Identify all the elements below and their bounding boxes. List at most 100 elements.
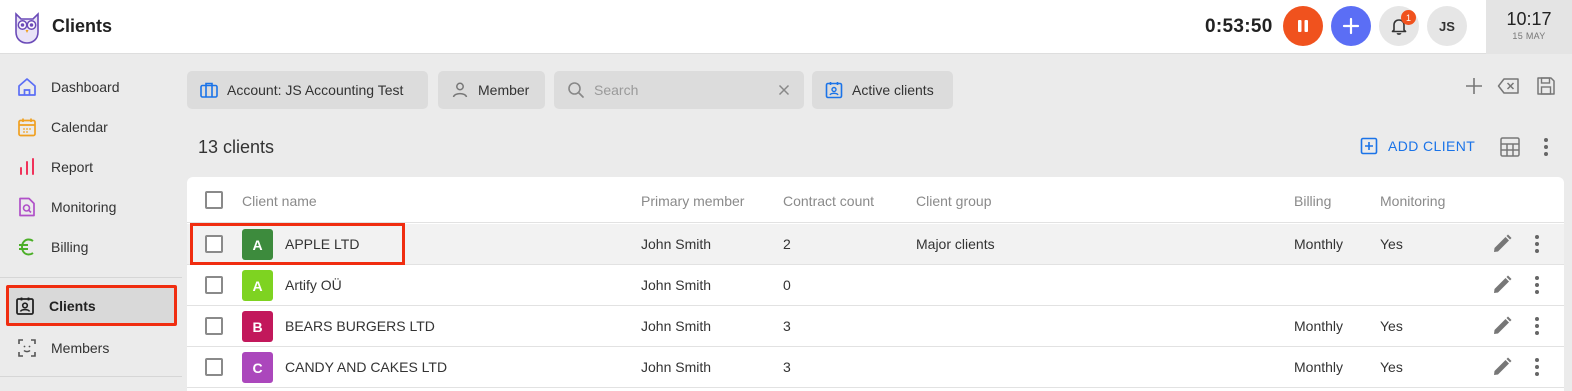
save-filter-icon[interactable]	[1534, 74, 1558, 98]
add-filter-icon[interactable]	[1462, 74, 1486, 98]
user-avatar[interactable]: JS	[1427, 6, 1467, 46]
search-icon	[566, 80, 586, 100]
notifications-button[interactable]: 1	[1379, 6, 1419, 46]
clients-count-title: 13 clients	[198, 137, 275, 157]
sidebar-item-label: Clients	[49, 297, 96, 314]
sidebar-item-billing[interactable]: Billing	[8, 229, 174, 265]
clear-search-icon[interactable]	[776, 82, 792, 98]
column-header[interactable]: Primary member	[641, 193, 744, 209]
client-name[interactable]: BEARS BURGERS LTD	[285, 318, 435, 334]
primary-member: John Smith	[641, 236, 712, 252]
page-title: Clients	[52, 16, 113, 36]
sidebar-item-dashboard[interactable]: Dashboard	[8, 69, 174, 105]
plus-icon	[1342, 17, 1360, 35]
monitoring-value: Yes	[1380, 359, 1403, 375]
client-name[interactable]: Artify OÜ	[285, 277, 342, 293]
edit-icon[interactable]	[1491, 315, 1513, 337]
briefcase-icon	[199, 80, 219, 100]
calendar-icon	[16, 116, 38, 138]
row-more-icon[interactable]	[1528, 315, 1546, 337]
clock: 10:17 15 MAY	[1486, 0, 1572, 54]
sidebar-item-members[interactable]: Members	[8, 330, 174, 366]
table-row[interactable]: B BEARS BURGERS LTD John Smith 3 Monthly…	[187, 306, 1564, 347]
column-header[interactable]: Billing	[1294, 193, 1331, 209]
more-options-icon[interactable]	[1536, 135, 1556, 159]
search-input[interactable]: Search	[594, 82, 776, 98]
clients-table: Client name Primary member Contract coun…	[187, 177, 1564, 391]
person-icon	[450, 80, 470, 100]
table-view-icon[interactable]	[1498, 135, 1522, 159]
table-row[interactable]: C CANDY AND CAKES LTD John Smith 3 Month…	[187, 347, 1564, 388]
search-field[interactable]: Search	[554, 71, 804, 109]
row-checkbox[interactable]	[205, 276, 223, 294]
column-header[interactable]: Client name	[242, 193, 317, 209]
sidebar-item-clients[interactable]: Clients	[6, 285, 177, 326]
client-avatar: B	[242, 311, 273, 342]
monitoring-value: Yes	[1380, 318, 1403, 334]
notification-badge: 1	[1401, 10, 1416, 25]
primary-member: John Smith	[641, 277, 712, 293]
document-search-icon	[16, 196, 38, 218]
billing-value: Monthly	[1294, 359, 1344, 375]
contract-count: 0	[783, 277, 791, 293]
edit-icon[interactable]	[1491, 233, 1513, 255]
active-clients-filter-label: Active clients	[852, 82, 934, 98]
owl-logo-icon[interactable]	[12, 10, 42, 44]
sidebar-item-label: Dashboard	[51, 79, 120, 95]
client-avatar: A	[242, 270, 273, 301]
home-icon	[16, 76, 38, 98]
client-group: Major clients	[916, 236, 995, 252]
edit-icon[interactable]	[1491, 274, 1513, 296]
billing-value: Monthly	[1294, 236, 1344, 252]
clock-time: 10:17	[1506, 9, 1552, 29]
edit-icon[interactable]	[1491, 356, 1513, 378]
sidebar-divider	[0, 376, 182, 377]
column-header[interactable]: Client group	[916, 193, 992, 209]
add-client-button[interactable]: ADD CLIENT	[1360, 137, 1475, 155]
sidebar-item-label: Report	[51, 159, 94, 175]
sidebar-item-monitoring[interactable]: Monitoring	[8, 189, 174, 225]
contact-card-icon	[14, 295, 36, 317]
sidebar: Dashboard Calendar Report Monitoring Bil…	[0, 55, 182, 391]
contract-count: 2	[783, 236, 791, 252]
sidebar-item-label: Billing	[51, 239, 89, 255]
highlight-box	[190, 223, 405, 265]
pause-icon	[1298, 20, 1308, 32]
row-checkbox[interactable]	[205, 317, 223, 335]
row-checkbox[interactable]	[205, 358, 223, 376]
time-tracker-display: 0:53:50	[1205, 16, 1273, 37]
face-scan-icon	[16, 337, 38, 359]
quick-add-button[interactable]	[1331, 6, 1371, 46]
select-all-checkbox[interactable]	[205, 191, 223, 209]
client-avatar: C	[242, 352, 273, 383]
primary-member: John Smith	[641, 318, 712, 334]
add-client-label: ADD CLIENT	[1388, 138, 1476, 154]
sidebar-item-label: Monitoring	[51, 199, 117, 215]
client-name[interactable]: CANDY AND CAKES LTD	[285, 359, 447, 375]
row-more-icon[interactable]	[1528, 233, 1546, 255]
sidebar-item-report[interactable]: Report	[8, 149, 174, 185]
row-more-icon[interactable]	[1528, 356, 1546, 378]
active-clients-filter-chip[interactable]: Active clients	[812, 71, 953, 109]
billing-value: Monthly	[1294, 318, 1344, 334]
euro-icon	[16, 236, 38, 258]
column-header[interactable]: Monitoring	[1380, 193, 1445, 209]
contract-count: 3	[783, 359, 791, 375]
top-bar: Clients 0:53:50 1 JS 10:17 15 MAY	[0, 0, 1572, 54]
table-row[interactable]: A Artify OÜ John Smith 0	[187, 265, 1564, 306]
contact-card-icon	[824, 80, 844, 100]
monitoring-value: Yes	[1380, 236, 1403, 252]
clear-filters-icon[interactable]	[1497, 74, 1521, 98]
member-filter-label: Member	[478, 82, 530, 98]
clock-date: 15 MAY	[1512, 31, 1546, 41]
sidebar-item-calendar[interactable]: Calendar	[8, 109, 174, 145]
member-filter-chip[interactable]: Member	[438, 71, 545, 109]
sidebar-divider	[0, 277, 182, 278]
contract-count: 3	[783, 318, 791, 334]
table-header: Client name Primary member Contract coun…	[187, 177, 1564, 223]
account-filter-label: Account: JS Accounting Test	[227, 82, 404, 98]
pause-timer-button[interactable]	[1283, 6, 1323, 46]
row-more-icon[interactable]	[1528, 274, 1546, 296]
column-header[interactable]: Contract count	[783, 193, 874, 209]
account-filter-chip[interactable]: Account: JS Accounting Test	[187, 71, 428, 109]
